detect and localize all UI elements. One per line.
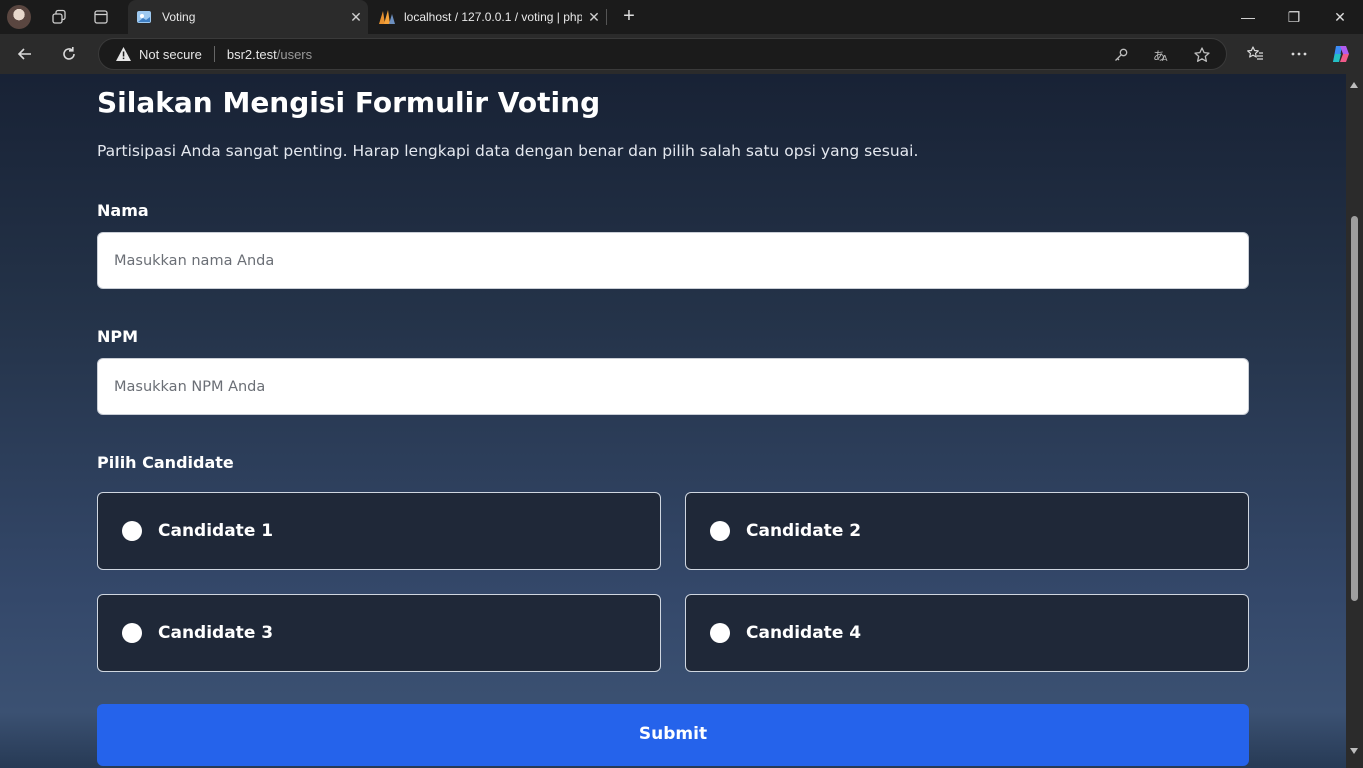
scroll-thumb[interactable] [1351, 216, 1358, 601]
restore-button[interactable]: ❐ [1271, 0, 1317, 34]
warning-triangle-icon[interactable] [115, 45, 133, 63]
new-tab-button[interactable]: + [618, 5, 640, 27]
svg-text:A: A [1162, 54, 1168, 63]
voting-favicon-icon [136, 9, 152, 25]
radio-button[interactable] [122, 521, 142, 541]
candidate-option-4[interactable]: Candidate 4 [685, 594, 1249, 672]
favorite-star-icon[interactable] [1192, 45, 1212, 65]
close-tab-icon[interactable]: ✕ [344, 9, 368, 26]
tab-separator [606, 9, 607, 25]
tab-strip: Voting ✕ localhost / 127.0.0.1 / voting … [0, 0, 1363, 34]
page-title: Silakan Mengisi Formulir Voting [97, 86, 601, 119]
candidate-name: Candidate 4 [746, 623, 862, 643]
name-label: Nama [97, 201, 149, 220]
candidate-option-2[interactable]: Candidate 2 [685, 492, 1249, 570]
vertical-scrollbar[interactable] [1346, 74, 1363, 768]
translate-icon[interactable]: あA [1151, 45, 1171, 65]
tab-phpmyadmin[interactable]: localhost / 127.0.0.1 / voting | php ✕ [370, 0, 606, 34]
url-path: /users [276, 46, 313, 62]
tab-voting[interactable]: Voting ✕ [128, 0, 368, 34]
tab-actions-icon[interactable] [91, 7, 111, 27]
tab-title: localhost / 127.0.0.1 / voting | php [404, 10, 582, 24]
favorites-list-icon[interactable] [1243, 42, 1267, 66]
submit-button[interactable]: Submit [97, 704, 1249, 766]
close-window-button[interactable]: ✕ [1317, 0, 1363, 34]
scroll-up-arrow-icon[interactable] [1350, 82, 1358, 88]
minimize-button[interactable]: — [1225, 0, 1271, 34]
candidate-label: Pilih Candidate [97, 453, 234, 472]
more-options-icon[interactable] [1287, 42, 1311, 66]
browser-toolbar: Not secure bsr2.test /users あA [0, 34, 1363, 74]
url-host: bsr2.test [226, 46, 277, 62]
security-status[interactable]: Not secure [139, 47, 202, 62]
radio-button[interactable] [710, 623, 730, 643]
page-subtitle: Partisipasi Anda sangat penting. Harap l… [97, 142, 919, 160]
npm-label: NPM [97, 327, 139, 346]
name-input[interactable] [97, 232, 1249, 289]
close-tab-icon[interactable]: ✕ [582, 9, 606, 26]
phpmyadmin-favicon-icon [378, 9, 395, 25]
candidate-option-1[interactable]: Candidate 1 [97, 492, 661, 570]
workspaces-icon[interactable] [49, 7, 69, 27]
radio-button[interactable] [122, 623, 142, 643]
candidate-name: Candidate 1 [158, 521, 274, 541]
back-arrow-icon[interactable] [13, 42, 37, 66]
address-divider [213, 46, 215, 62]
profile-avatar[interactable] [7, 5, 31, 29]
radio-button[interactable] [710, 521, 730, 541]
candidate-option-3[interactable]: Candidate 3 [97, 594, 661, 672]
page-viewport: Silakan Mengisi Formulir Voting Partisip… [0, 74, 1346, 768]
candidate-name: Candidate 2 [746, 521, 862, 541]
tab-title: Voting [162, 10, 196, 24]
copilot-icon[interactable] [1329, 42, 1353, 66]
refresh-icon[interactable] [57, 42, 81, 66]
candidate-name: Candidate 3 [158, 623, 274, 643]
key-icon[interactable] [1111, 45, 1131, 65]
scroll-down-arrow-icon[interactable] [1350, 748, 1358, 754]
address-bar[interactable]: Not secure bsr2.test /users あA [98, 38, 1227, 70]
npm-input[interactable] [97, 358, 1249, 415]
